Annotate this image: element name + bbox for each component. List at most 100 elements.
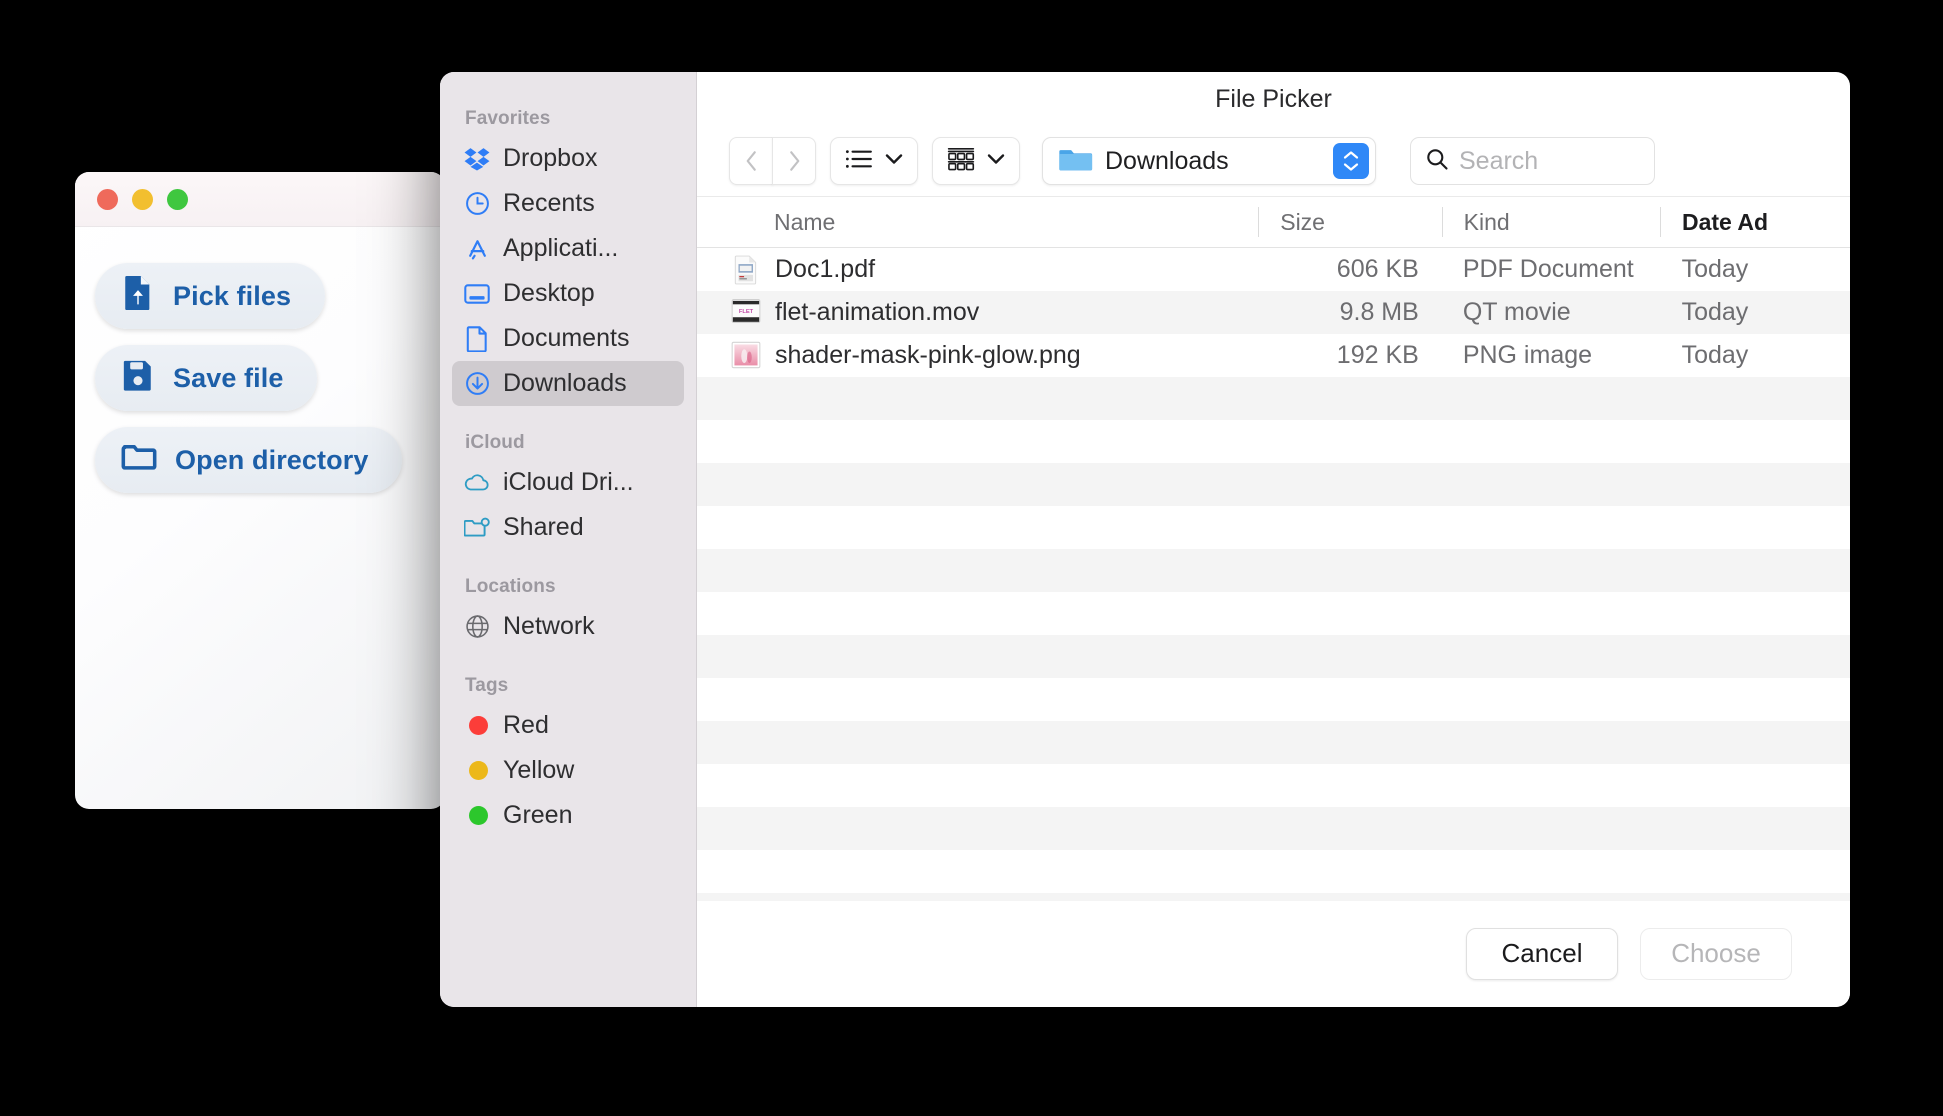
dialog-footer: Cancel Choose [697,900,1850,1007]
sidebar-item-tag-green[interactable]: Green [452,793,684,838]
empty-row [697,463,1850,507]
app-window: Pick files Save file Open directory [75,172,445,809]
open-directory-button[interactable]: Open directory [95,427,403,493]
sidebar-section-header-locations: Locations [465,576,556,597]
minimize-button[interactable] [132,188,153,210]
file-upload-icon [121,274,155,319]
clock-icon [464,191,490,217]
sidebar-item-label: Downloads [503,369,627,397]
column-header-kind[interactable]: Kind [1441,197,1660,247]
sidebar-item-desktop[interactable]: Desktop [452,271,684,316]
sidebar-item-label: iCloud Dri... [503,468,634,496]
list-view-icon [845,148,873,175]
table-row[interactable]: FLET flet-animation.mov 9.8 MB QT movie … [697,291,1850,335]
empty-row [697,420,1850,463]
nav-button-group [729,137,816,186]
sidebar-section-header-icloud: iCloud [465,432,525,453]
toolbar: Downloads Search [697,126,1850,196]
folder-icon [1059,145,1093,178]
tag-dot-icon [464,758,490,784]
save-file-button[interactable]: Save file [95,345,318,411]
column-header-name[interactable]: Name [697,197,1258,247]
empty-row [697,850,1850,893]
sidebar-item-downloads[interactable]: Downloads [452,361,684,406]
sidebar-item-dropbox[interactable]: Dropbox [452,136,684,181]
column-header-date-added[interactable]: Date Ad [1659,197,1850,247]
sidebar-item-applications[interactable]: Applicati... [452,226,684,271]
file-date-added: Today [1681,255,1749,284]
file-picker-dialog: Favorites Dropbox Recents Applicati... D… [440,72,1850,1007]
sidebar-item-shared[interactable]: Shared [452,505,684,550]
pick-files-button[interactable]: Pick files [95,263,326,329]
file-size: 192 KB [1336,341,1419,370]
list-view-button[interactable] [830,137,918,186]
file-name: flet-animation.mov [775,298,980,327]
forward-button[interactable] [772,137,816,186]
file-date-added: Today [1681,298,1749,327]
app-body: Pick files Save file Open directory [75,227,445,509]
sidebar-item-recents[interactable]: Recents [452,181,684,226]
file-name-cell: FLET flet-animation.mov [697,298,1257,328]
up-down-stepper-icon[interactable] [1333,143,1369,180]
sidebar-item-label: Red [503,711,549,739]
sidebar-section-header-favorites: Favorites [465,108,551,129]
save-file-label: Save file [173,362,284,393]
dropbox-icon [464,146,490,172]
empty-row [697,807,1850,851]
zoom-button[interactable] [167,188,188,210]
empty-row [697,764,1850,807]
pick-files-label: Pick files [173,280,292,311]
empty-row [697,678,1850,721]
sidebar-item-label: Desktop [503,279,595,307]
screen: Pick files Save file Open directory Favo… [0,0,1943,1116]
sidebar-item-tag-yellow[interactable]: Yellow [452,748,684,793]
png-file-icon [731,341,761,371]
path-select[interactable]: Downloads [1042,137,1376,186]
chevron-down-icon [987,152,1005,170]
table-row[interactable]: shader-mask-pink-glow.png 192 KB PNG ima… [697,334,1850,377]
globe-icon [464,614,490,640]
empty-row [697,635,1850,679]
document-icon [464,325,490,352]
sidebar-item-label: Dropbox [503,144,598,172]
file-date-added: Today [1681,341,1749,370]
tag-dot-icon [464,713,490,739]
sidebar-item-label: Yellow [503,756,575,784]
desktop-icon [464,281,490,307]
sidebar-item-network[interactable]: Network [452,604,684,649]
shared-folder-icon [464,515,490,541]
dialog-main: File Picker Downloads Search Name Size K… [697,72,1850,1007]
sidebar-item-label: Network [503,612,595,640]
file-list-rows: Doc1.pdf 606 KB PDF Document Today FLET … [697,248,1850,901]
file-name-cell: shader-mask-pink-glow.png [697,341,1257,371]
sidebar-item-icloud-drive[interactable]: iCloud Dri... [452,460,684,505]
sidebar-item-documents[interactable]: Documents [452,316,684,361]
search-input[interactable]: Search [1410,137,1655,186]
choose-button: Choose [1640,927,1792,980]
empty-row [697,721,1850,765]
group-view-button[interactable] [932,137,1020,186]
empty-rows-container [697,377,1850,901]
cancel-button[interactable]: Cancel [1466,927,1618,980]
file-size: 606 KB [1336,255,1419,284]
pdf-file-icon [731,255,761,285]
sidebar-item-tag-red[interactable]: Red [452,703,684,748]
app-titlebar [75,172,445,227]
app-store-icon [464,236,490,262]
column-header-size[interactable]: Size [1258,197,1441,247]
file-name: shader-mask-pink-glow.png [775,341,1081,370]
search-icon [1425,147,1449,176]
chevron-down-icon [885,152,903,170]
sidebar-item-label: Documents [503,324,630,352]
page-title: File Picker [1215,84,1332,113]
close-button[interactable] [97,188,118,210]
sidebar-section-header-tags: Tags [465,675,509,696]
empty-row [697,377,1850,421]
table-row[interactable]: Doc1.pdf 606 KB PDF Document Today [697,248,1850,291]
file-size: 9.8 MB [1339,298,1419,327]
empty-row [697,506,1850,549]
path-label: Downloads [1105,146,1229,175]
traffic-lights [97,188,188,210]
back-button[interactable] [729,137,773,186]
sidebar[interactable]: Favorites Dropbox Recents Applicati... D… [440,72,697,1007]
